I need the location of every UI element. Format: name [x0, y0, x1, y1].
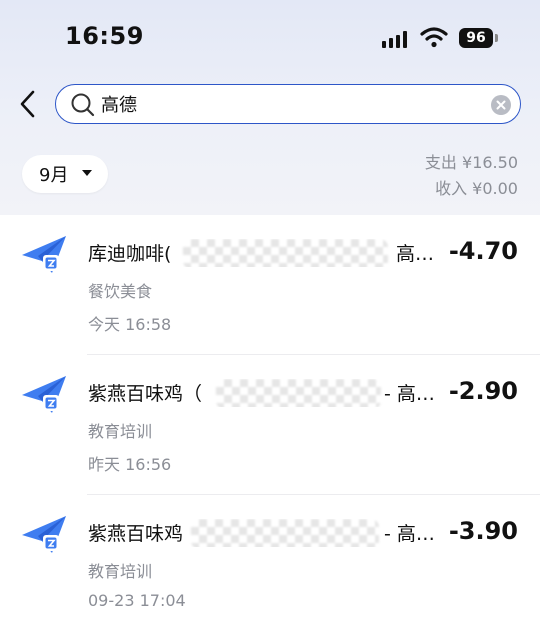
- caret-down-icon: [82, 170, 92, 176]
- search-icon: [71, 93, 95, 117]
- paper-plane-app-icon: [22, 236, 66, 273]
- income-total: 收入 ¥0.00: [435, 179, 518, 198]
- timestamp: 今天 16:58: [88, 315, 172, 334]
- signal-icon: [382, 30, 412, 48]
- battery-icon: 96: [459, 28, 493, 48]
- transaction-title: 紫燕百味鸡（ - 高…: [88, 379, 438, 407]
- amount: -4.70: [448, 237, 518, 265]
- status-time: 16:59: [65, 22, 144, 50]
- timestamp: 昨天 16:56: [88, 455, 172, 474]
- search-input[interactable]: [101, 90, 481, 118]
- paper-plane-app-icon: [22, 516, 66, 553]
- transaction-title: 库迪咖啡( 高…: [88, 239, 438, 267]
- merchant-name: 紫燕百味鸡: [88, 523, 184, 545]
- category: 教育培训: [88, 422, 153, 441]
- merchant-suffix: - 高…: [384, 383, 435, 405]
- amount: -2.90: [448, 377, 518, 405]
- search-bar[interactable]: [55, 84, 521, 124]
- redacted-region: [216, 379, 381, 407]
- month-filter-button[interactable]: 9月: [22, 155, 108, 193]
- redacted-region: [191, 519, 379, 547]
- transaction-title: 紫燕百味鸡 - 高…: [88, 519, 438, 547]
- category: 餐饮美食: [88, 282, 153, 301]
- category: 教育培训: [88, 562, 153, 581]
- paper-plane-app-icon: [22, 376, 66, 413]
- expense-total: 支出 ¥16.50: [424, 153, 518, 172]
- wifi-icon: [420, 27, 448, 48]
- redacted-region: [183, 239, 388, 267]
- battery-cap: [495, 34, 498, 42]
- merchant-name: 紫燕百味鸡（: [88, 383, 203, 405]
- merchant-suffix: 高…: [396, 243, 435, 265]
- month-label: 9月: [39, 165, 69, 186]
- transaction-row[interactable]: 库迪咖啡( 高… -4.70 餐饮美食 今天 16:58: [0, 215, 540, 355]
- summary: 支出 ¥16.50 收入 ¥0.00: [425, 150, 518, 202]
- amount: -3.90: [448, 517, 518, 545]
- header-area: 16:59 96 9月 支出 ¥16.50 收入 ¥0.00: [0, 0, 540, 215]
- transaction-list: 库迪咖啡( 高… -4.70 餐饮美食 今天 16:58 紫燕百味鸡（ - 高……: [0, 215, 540, 635]
- merchant-name: 库迪咖啡(: [88, 243, 172, 265]
- merchant-suffix: - 高…: [384, 523, 435, 545]
- back-chevron-icon[interactable]: [16, 88, 40, 120]
- clear-icon[interactable]: [491, 95, 511, 115]
- timestamp: 09-23 17:04: [88, 591, 186, 610]
- transaction-row[interactable]: 紫燕百味鸡（ - 高… -2.90 教育培训 昨天 16:56: [0, 355, 540, 495]
- transaction-row[interactable]: 紫燕百味鸡 - 高… -3.90 教育培训 09-23 17:04: [0, 495, 540, 635]
